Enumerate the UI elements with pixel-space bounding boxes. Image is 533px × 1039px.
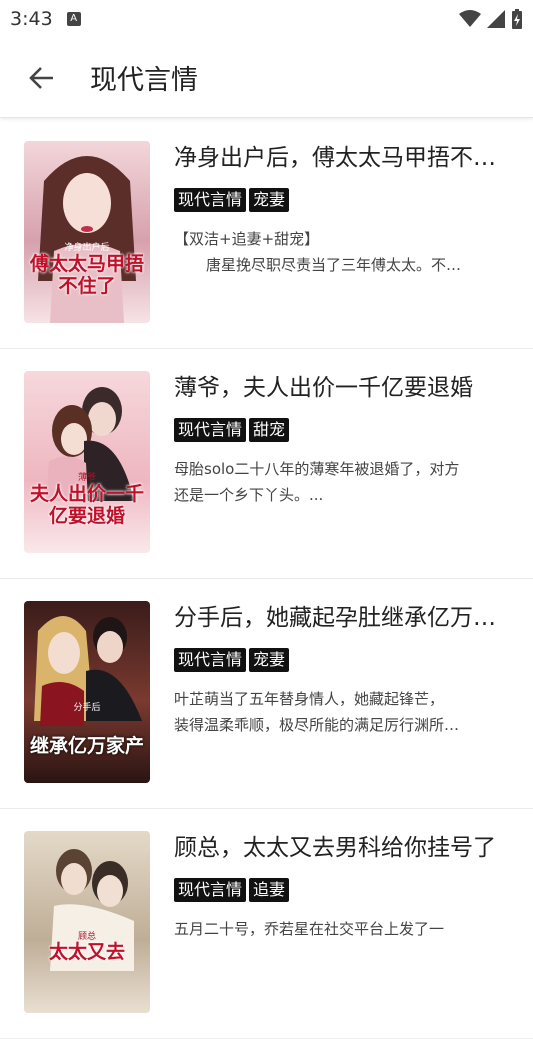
- book-list-item[interactable]: 薄爷 夫人出价一千亿要退婚 薄爷，夫人出价一千亿要退婚 现代言情 甜宠 母胎so…: [0, 349, 533, 579]
- app-bar: 现代言情: [0, 38, 533, 118]
- book-title[interactable]: 净身出户后，傅太太马甲捂不住了: [174, 141, 510, 175]
- book-cover[interactable]: 净身出户后 傅太太马甲捂不住了: [24, 141, 150, 323]
- cover-subtitle: 薄爷: [77, 473, 96, 483]
- description-line: 母胎solo二十八年的薄寒年被退婚了，对方: [174, 460, 460, 478]
- description-line: 叶芷萌当了五年替身情人，她藏起锋芒，: [174, 690, 445, 708]
- cover-title: 傅太太马甲捂不住了: [29, 253, 144, 297]
- book-title[interactable]: 顾总，太太又去男科给你挂号了: [174, 831, 510, 865]
- status-time: 3:43: [10, 8, 53, 30]
- description-line: 装得温柔乖顺，极尽所能的满足厉行渊所…: [174, 716, 460, 734]
- book-description: 【双洁+追妻+甜宠】 唐星挽尽职尽责当了三年傅太太。不…: [174, 226, 510, 278]
- back-button[interactable]: [20, 56, 64, 100]
- tag-theme: 追妻: [249, 878, 290, 902]
- cover-title: 太太又去: [48, 941, 125, 963]
- book-cover[interactable]: 薄爷 夫人出价一千亿要退婚: [24, 371, 150, 553]
- description-line: 唐星挽尽职尽责当了三年傅太太。不…: [206, 256, 462, 274]
- book-list: 净身出户后 傅太太马甲捂不住了 净身出户后，傅太太马甲捂不住了 现代言情 宠妻 …: [0, 119, 533, 1039]
- tag-category: 现代言情: [174, 648, 247, 672]
- tag-theme: 宠妻: [249, 188, 290, 212]
- tag-list: 现代言情 追妻: [174, 878, 514, 902]
- book-list-item[interactable]: 顾总 太太又去 顾总，太太又去男科给你挂号了 现代言情 追妻 五月二十号，乔若星…: [0, 809, 533, 1039]
- book-title[interactable]: 分手后，她藏起孕肚继承亿万家产: [174, 601, 510, 635]
- signal-icon: [487, 10, 505, 28]
- tag-theme: 甜宠: [249, 418, 290, 442]
- cover-subtitle: 分手后: [73, 703, 101, 713]
- description-line: 五月二十号，乔若星在社交平台上发了一: [174, 920, 445, 938]
- battery-icon: [512, 9, 522, 29]
- description-line: 【双洁+追妻+甜宠】: [174, 230, 320, 248]
- tag-theme: 宠妻: [249, 648, 290, 672]
- tag-category: 现代言情: [174, 878, 247, 902]
- page-title: 现代言情: [90, 65, 198, 96]
- book-description: 叶芷萌当了五年替身情人，她藏起锋芒， 装得温柔乖顺，极尽所能的满足厉行渊所…: [174, 686, 510, 738]
- book-description: 母胎solo二十八年的薄寒年被退婚了，对方 还是一个乡下丫头。...: [174, 456, 510, 508]
- arrow-left-icon: [29, 66, 53, 89]
- book-description: 五月二十号，乔若星在社交平台上发了一: [174, 916, 510, 968]
- tag-category: 现代言情: [174, 418, 247, 442]
- status-icons: [459, 9, 523, 29]
- status-bar: 3:43 A: [0, 0, 533, 38]
- tag-category: 现代言情: [174, 188, 247, 212]
- book-cover[interactable]: 顾总 太太又去: [24, 831, 150, 1013]
- cover-title: 继承亿万家产: [29, 735, 144, 757]
- cover-illustration: [50, 849, 134, 971]
- tag-list: 现代言情 甜宠: [174, 418, 514, 442]
- book-cover[interactable]: 分手后 继承亿万家产: [24, 601, 150, 783]
- tag-list: 现代言情 宠妻: [174, 188, 514, 212]
- tag-list: 现代言情 宠妻: [174, 648, 514, 672]
- notification-icon: A: [66, 12, 81, 26]
- wifi-icon: [459, 10, 481, 27]
- book-title[interactable]: 薄爷，夫人出价一千亿要退婚: [174, 371, 510, 405]
- cover-subtitle: 净身出户后: [64, 243, 110, 253]
- book-list-item[interactable]: 净身出户后 傅太太马甲捂不住了 净身出户后，傅太太马甲捂不住了 现代言情 宠妻 …: [0, 119, 533, 349]
- book-list-item[interactable]: 分手后 继承亿万家产 分手后，她藏起孕肚继承亿万家产 现代言情 宠妻 叶芷萌当了…: [0, 579, 533, 809]
- description-line: 还是一个乡下丫头。...: [174, 486, 324, 504]
- cover-title: 夫人出价一千亿要退婚: [29, 483, 144, 527]
